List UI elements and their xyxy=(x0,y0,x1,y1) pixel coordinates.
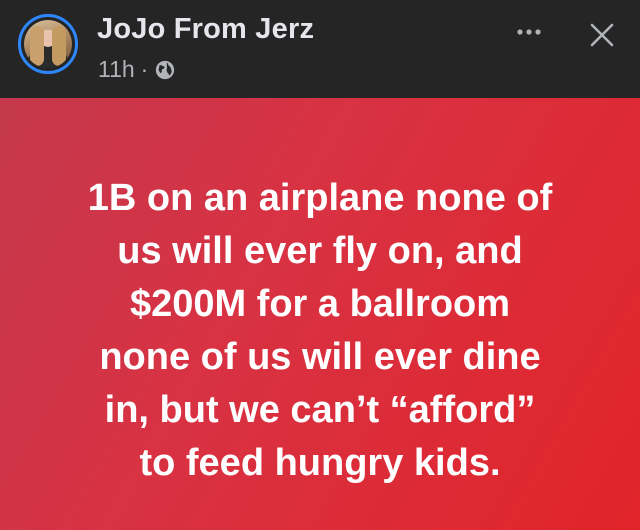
post-timestamp[interactable]: 11h xyxy=(98,56,135,83)
post-text-line: 1B on an airplane none of xyxy=(87,177,553,219)
post-viewer: JoJo From Jerz 11h · 1B on an airplane n… xyxy=(0,0,640,530)
author-avatar-button[interactable] xyxy=(18,14,78,74)
post-text-line: to feed hungry kids. xyxy=(139,442,501,484)
avatar xyxy=(24,20,72,68)
post-header: JoJo From Jerz 11h · xyxy=(0,0,640,98)
globe-icon[interactable] xyxy=(154,59,176,81)
close-icon[interactable] xyxy=(585,18,619,52)
avatar-hair-left xyxy=(30,26,44,66)
post-text-line: none of us will ever dine xyxy=(99,336,541,378)
post-body: 1B on an airplane none of us will ever f… xyxy=(0,98,640,530)
post-text-line: us will ever fly on, and xyxy=(117,230,523,272)
avatar-hair-right xyxy=(52,26,66,66)
meta-separator: · xyxy=(140,56,149,82)
more-options-icon[interactable] xyxy=(512,22,546,42)
post-text-line: $200M for a ballroom xyxy=(129,283,511,325)
post-text: 1B on an airplane none of us will ever f… xyxy=(30,172,610,490)
post-text-line: in, but we can’t “afford” xyxy=(104,389,536,431)
author-name[interactable]: JoJo From Jerz xyxy=(97,13,314,46)
post-meta: 11h · xyxy=(98,56,176,83)
